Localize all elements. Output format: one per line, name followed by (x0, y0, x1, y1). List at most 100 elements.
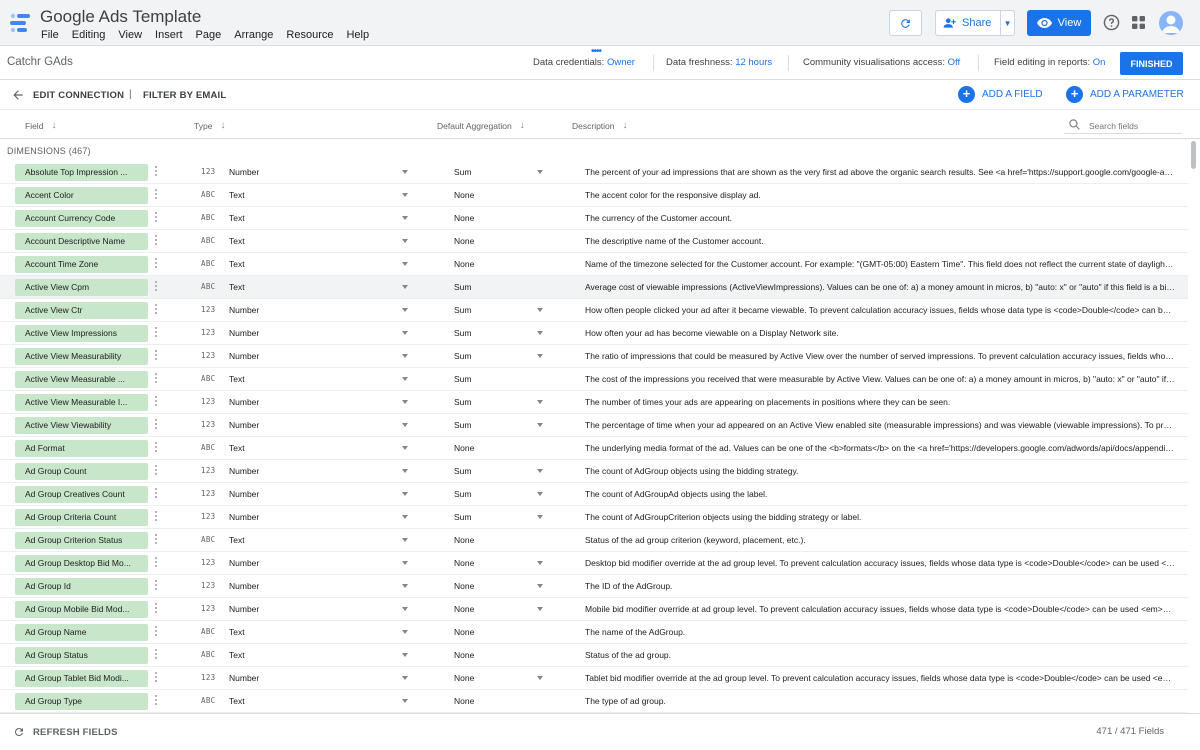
more-options-icon[interactable] (154, 326, 158, 340)
chevron-down-icon[interactable] (402, 262, 408, 266)
menu-editing[interactable]: Editing (72, 29, 106, 41)
field-type-select[interactable]: Number (229, 328, 259, 338)
field-row[interactable]: Ad Group Mobile Bid Mod... 123 Number None M… (0, 598, 1188, 621)
aggregation-select[interactable]: Sum (454, 420, 471, 430)
field-name-chip[interactable]: Active View Impressions (15, 325, 148, 342)
more-options-icon[interactable] (154, 464, 158, 478)
field-name-chip[interactable]: Ad Group Tablet Bid Modi... (15, 670, 148, 687)
chevron-down-icon[interactable] (537, 584, 543, 588)
field-description[interactable]: Tablet bid modifier override at the ad g… (585, 673, 1175, 683)
menu-arrange[interactable]: Arrange (234, 29, 273, 41)
share-dropdown-icon[interactable]: ▼ (1001, 19, 1014, 28)
more-options-icon[interactable] (154, 211, 158, 225)
chevron-down-icon[interactable] (402, 170, 408, 174)
field-type-select[interactable]: Text (229, 443, 245, 453)
column-description-header[interactable]: Description ↓ (572, 120, 628, 131)
community-value[interactable]: Off (948, 57, 961, 68)
chevron-down-icon[interactable] (537, 400, 543, 404)
chevron-down-icon[interactable] (402, 561, 408, 565)
aggregation-select[interactable]: Sum (454, 282, 471, 292)
field-type-select[interactable]: Text (229, 627, 245, 637)
aggregation-select[interactable]: None (454, 696, 474, 706)
field-name-chip[interactable]: Active View Measurable I... (15, 394, 148, 411)
more-options-icon[interactable] (154, 280, 158, 294)
aggregation-select[interactable]: None (454, 673, 474, 683)
field-row[interactable]: Active View Measurability 123 Number Sum The… (0, 345, 1188, 368)
more-options-icon[interactable] (154, 487, 158, 501)
avatar[interactable] (1159, 11, 1183, 35)
chevron-down-icon[interactable] (402, 446, 408, 450)
chevron-down-icon[interactable] (402, 515, 408, 519)
chevron-down-icon[interactable] (402, 538, 408, 542)
more-options-icon[interactable] (154, 372, 158, 386)
chevron-down-icon[interactable] (402, 285, 408, 289)
scrollbar-thumb[interactable] (1191, 141, 1196, 169)
chevron-down-icon[interactable] (537, 308, 543, 312)
aggregation-select[interactable]: Sum (454, 489, 471, 499)
community-visualisations-access[interactable]: Community visualisations access: Off (803, 57, 960, 68)
field-name-chip[interactable]: Active View Viewability (15, 417, 148, 434)
field-row[interactable]: Ad Group Count 123 Number Sum The count of A… (0, 460, 1188, 483)
field-type-select[interactable]: Number (229, 604, 259, 614)
aggregation-select[interactable]: None (454, 627, 474, 637)
menu-insert[interactable]: Insert (155, 29, 183, 41)
more-options-icon[interactable] (154, 556, 158, 570)
aggregation-select[interactable]: None (454, 190, 474, 200)
more-options-icon[interactable] (154, 303, 158, 317)
field-editing-value[interactable]: On (1093, 57, 1106, 68)
aggregation-select[interactable]: None (454, 213, 474, 223)
more-options-icon[interactable] (154, 234, 158, 248)
field-type-select[interactable]: Number (229, 305, 259, 315)
more-options-icon[interactable] (154, 533, 158, 547)
field-row[interactable]: Ad Group Creatives Count 123 Number Sum The … (0, 483, 1188, 506)
field-description[interactable]: Name of the timezone selected for the Cu… (585, 259, 1175, 269)
sort-arrow-icon[interactable]: ↓ (520, 120, 525, 131)
chevron-down-icon[interactable] (402, 492, 408, 496)
aggregation-select[interactable]: None (454, 558, 474, 568)
field-row[interactable]: Ad Format ABC Text None The underlying media… (0, 437, 1188, 460)
chevron-down-icon[interactable] (402, 216, 408, 220)
search-fields-input[interactable] (1089, 118, 1181, 133)
more-options-icon[interactable] (154, 625, 158, 639)
field-name-chip[interactable]: Account Descriptive Name (15, 233, 148, 250)
chevron-down-icon[interactable] (402, 699, 408, 703)
field-type-select[interactable]: Number (229, 420, 259, 430)
column-aggregation-header[interactable]: Default Aggregation ↓ (437, 120, 525, 131)
field-description[interactable]: The count of AdGroupCriterion objects us… (585, 512, 1175, 522)
field-row[interactable]: Ad Group Tablet Bid Modi... 123 Number None… (0, 667, 1188, 690)
menu-file[interactable]: File (41, 29, 59, 41)
more-options-icon[interactable] (154, 188, 158, 202)
drag-handle-icon[interactable]: •••• (591, 46, 602, 57)
field-name-chip[interactable]: Active View Measurability (15, 348, 148, 365)
aggregation-select[interactable]: Sum (454, 167, 471, 177)
field-name-chip[interactable]: Ad Format (15, 440, 148, 457)
field-row[interactable]: Active View Impressions 123 Number Sum How o… (0, 322, 1188, 345)
field-type-select[interactable]: Text (229, 190, 245, 200)
field-row[interactable]: Account Time Zone ABC Text None Name of the … (0, 253, 1188, 276)
field-row[interactable]: Active View Measurable I... 123 Number Sum T… (0, 391, 1188, 414)
field-type-select[interactable]: Text (229, 282, 245, 292)
chevron-down-icon[interactable] (537, 607, 543, 611)
chevron-down-icon[interactable] (537, 561, 543, 565)
field-type-select[interactable]: Number (229, 351, 259, 361)
apps-grid-icon[interactable] (1132, 16, 1145, 29)
chevron-down-icon[interactable] (402, 630, 408, 634)
field-row[interactable]: Ad Group Status ABC Text None Status of the … (0, 644, 1188, 667)
edit-connection-button[interactable]: EDIT CONNECTION (33, 90, 124, 101)
chevron-down-icon[interactable] (402, 469, 408, 473)
field-type-select[interactable]: Text (229, 696, 245, 706)
chevron-down-icon[interactable] (537, 676, 543, 680)
data-credentials-value[interactable]: Owner (607, 57, 635, 68)
field-name-chip[interactable]: Active View Cpm (15, 279, 148, 296)
field-description[interactable]: The type of ad group. (585, 696, 1175, 706)
chevron-down-icon[interactable] (402, 400, 408, 404)
field-type-select[interactable]: Text (229, 535, 245, 545)
aggregation-select[interactable]: Sum (454, 466, 471, 476)
field-description[interactable]: The percentage of time when your ad appe… (585, 420, 1175, 430)
field-description[interactable]: The name of the AdGroup. (585, 627, 1175, 637)
field-type-select[interactable]: Number (229, 167, 259, 177)
chevron-down-icon[interactable] (402, 584, 408, 588)
field-description[interactable]: Mobile bid modifier override at ad group… (585, 604, 1175, 614)
more-options-icon[interactable] (154, 602, 158, 616)
aggregation-select[interactable]: Sum (454, 397, 471, 407)
